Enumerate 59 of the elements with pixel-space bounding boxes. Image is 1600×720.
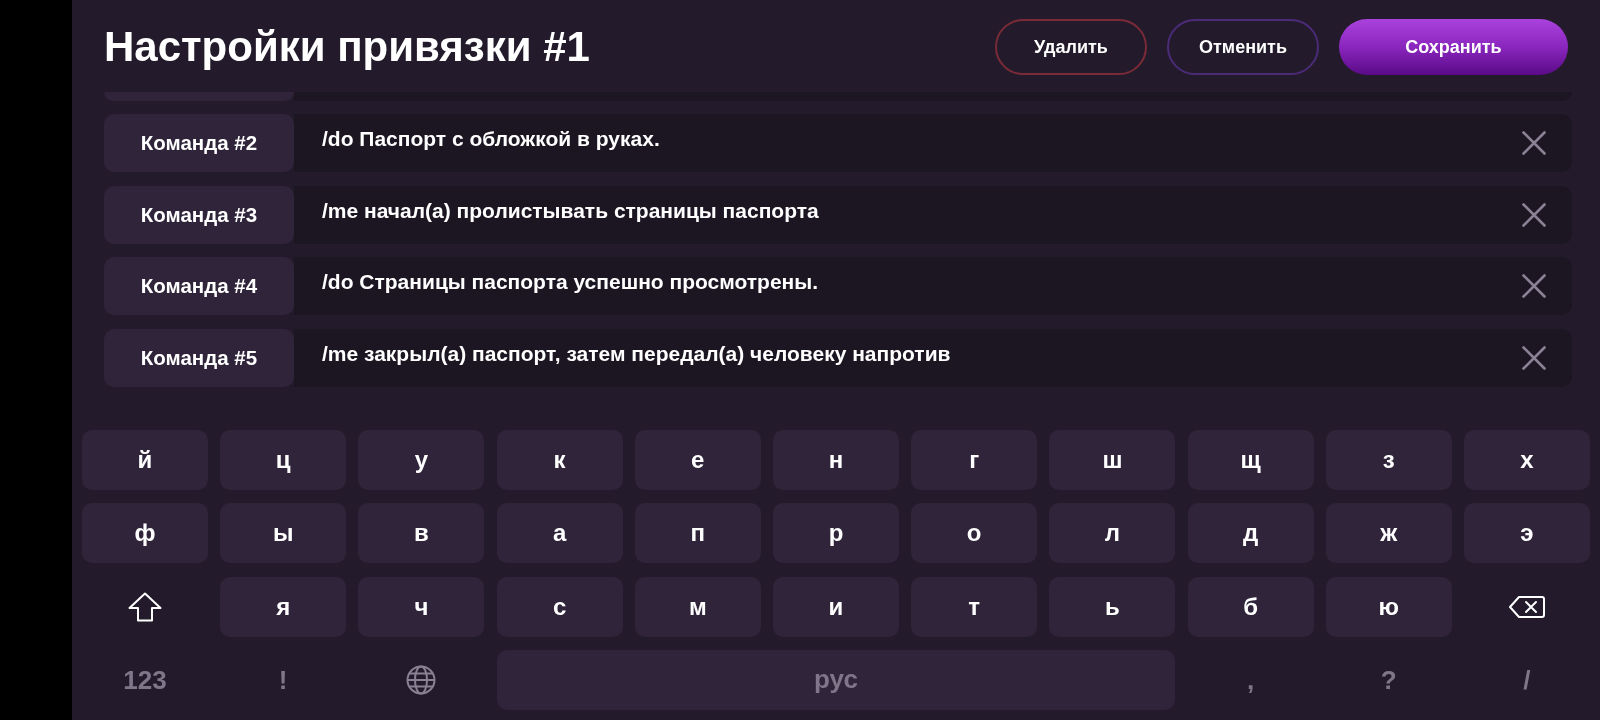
keyboard-key[interactable]: п <box>634 503 761 564</box>
keyboard-key[interactable]: щ <box>1187 430 1314 490</box>
keyboard-key[interactable]: о <box>911 503 1038 564</box>
keyboard-key[interactable]: ч <box>358 576 485 637</box>
keyboard-key[interactable]: ь <box>1049 576 1176 637</box>
command-label: Команда #4 <box>104 257 294 315</box>
keyboard-key[interactable]: и <box>773 576 899 637</box>
keyboard-key[interactable]: ? <box>1380 664 1397 695</box>
keyboard-key[interactable]: я <box>220 576 347 637</box>
save-button[interactable]: Сохранить <box>1339 19 1568 75</box>
keyboard-key[interactable]: с <box>496 576 623 637</box>
page-title: Настройки привязки #1 <box>104 22 590 72</box>
shift-icon[interactable] <box>128 591 162 622</box>
close-icon[interactable] <box>1522 131 1546 155</box>
keyboard-key[interactable]: б <box>1187 576 1314 637</box>
keyboard-key[interactable]: м <box>634 576 761 637</box>
globe-icon[interactable] <box>406 664 437 695</box>
command-label: Команда #5 <box>104 328 294 387</box>
command-label: Команда #3 <box>104 185 294 244</box>
command-text: /do Страницы паспорта успешно просмотрены. <box>322 270 820 294</box>
keyboard-key[interactable]: е <box>634 430 761 490</box>
keyboard-key[interactable]: ы <box>220 503 347 564</box>
keyboard-key[interactable]: ! <box>278 664 288 695</box>
command-text: /do Паспорт с обложкой в руках. <box>322 127 661 151</box>
keyboard-key[interactable]: в <box>358 503 485 564</box>
keyboard-key[interactable]: ц <box>220 430 347 490</box>
command-field[interactable]: /me начал(а) пролистывать страницы паспорта <box>294 185 1572 244</box>
command-label: Команда #2 <box>104 114 294 172</box>
keyboard-key[interactable]: / <box>1523 664 1531 695</box>
keyboard-key[interactable]: д <box>1187 503 1314 564</box>
command-field[interactable]: /me закрыл(а) паспорт, затем передал(а) человеку напротив <box>294 328 1572 387</box>
keyboard-key[interactable]: к <box>496 430 623 490</box>
keyboard-key[interactable]: р <box>773 503 899 564</box>
command-field[interactable]: /do Страницы паспорта успешно просмотрены. <box>294 257 1572 315</box>
backspace-icon[interactable] <box>1509 595 1545 618</box>
keyboard-key[interactable]: 123 <box>123 664 167 695</box>
keyboard-key[interactable]: ф <box>82 503 208 564</box>
keyboard-key[interactable]: л <box>1049 503 1176 564</box>
keyboard-key[interactable]: ю <box>1325 576 1452 637</box>
keyboard-key[interactable]: ш <box>1049 430 1176 490</box>
command-text: /me начал(а) пролистывать страницы паспорта <box>322 198 820 223</box>
keyboard-key[interactable]: , <box>1246 664 1255 695</box>
keyboard-key[interactable]: э <box>1464 503 1590 564</box>
cancel-button[interactable]: Отменить <box>1167 19 1319 75</box>
keyboard-key[interactable]: у <box>358 430 485 490</box>
command-field[interactable]: /do Паспорт с обложкой в руках. <box>294 114 1572 172</box>
keyboard-key[interactable]: ж <box>1325 503 1452 564</box>
keyboard-key[interactable]: н <box>773 430 899 490</box>
close-icon[interactable] <box>1522 274 1546 298</box>
keyboard-key[interactable]: т <box>911 576 1038 637</box>
delete-button[interactable]: Удалить <box>995 19 1147 75</box>
command-text: /me закрыл(а) паспорт, затем передал(а) человеку напротив <box>322 341 952 366</box>
keyboard-key[interactable]: х <box>1464 430 1590 490</box>
keyboard-key[interactable]: й <box>82 430 208 490</box>
keyboard-key[interactable]: з <box>1325 430 1452 490</box>
close-icon[interactable] <box>1522 202 1546 227</box>
keyboard-key[interactable]: г <box>911 430 1038 490</box>
keyboard-key[interactable]: а <box>496 503 623 564</box>
close-icon[interactable] <box>1522 345 1546 370</box>
